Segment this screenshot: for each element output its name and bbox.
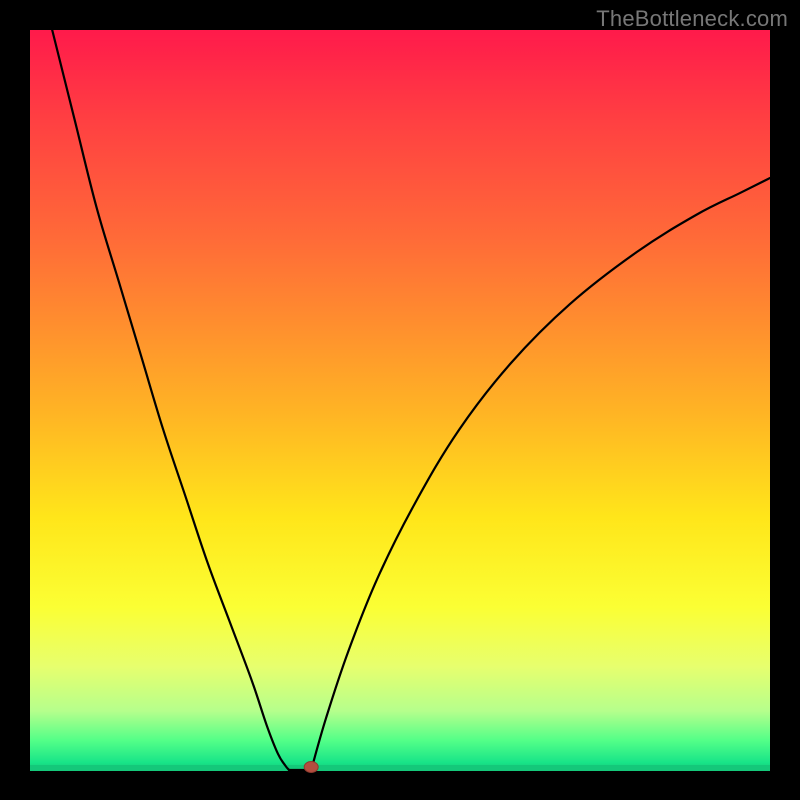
watermark-text: TheBottleneck.com (596, 6, 788, 32)
optimum-marker (304, 762, 318, 773)
chart-frame: TheBottleneck.com (0, 0, 800, 800)
curve-left-branch (52, 30, 289, 770)
chart-svg (30, 30, 770, 770)
plot-area (30, 30, 770, 770)
curve-right-branch (311, 178, 770, 770)
